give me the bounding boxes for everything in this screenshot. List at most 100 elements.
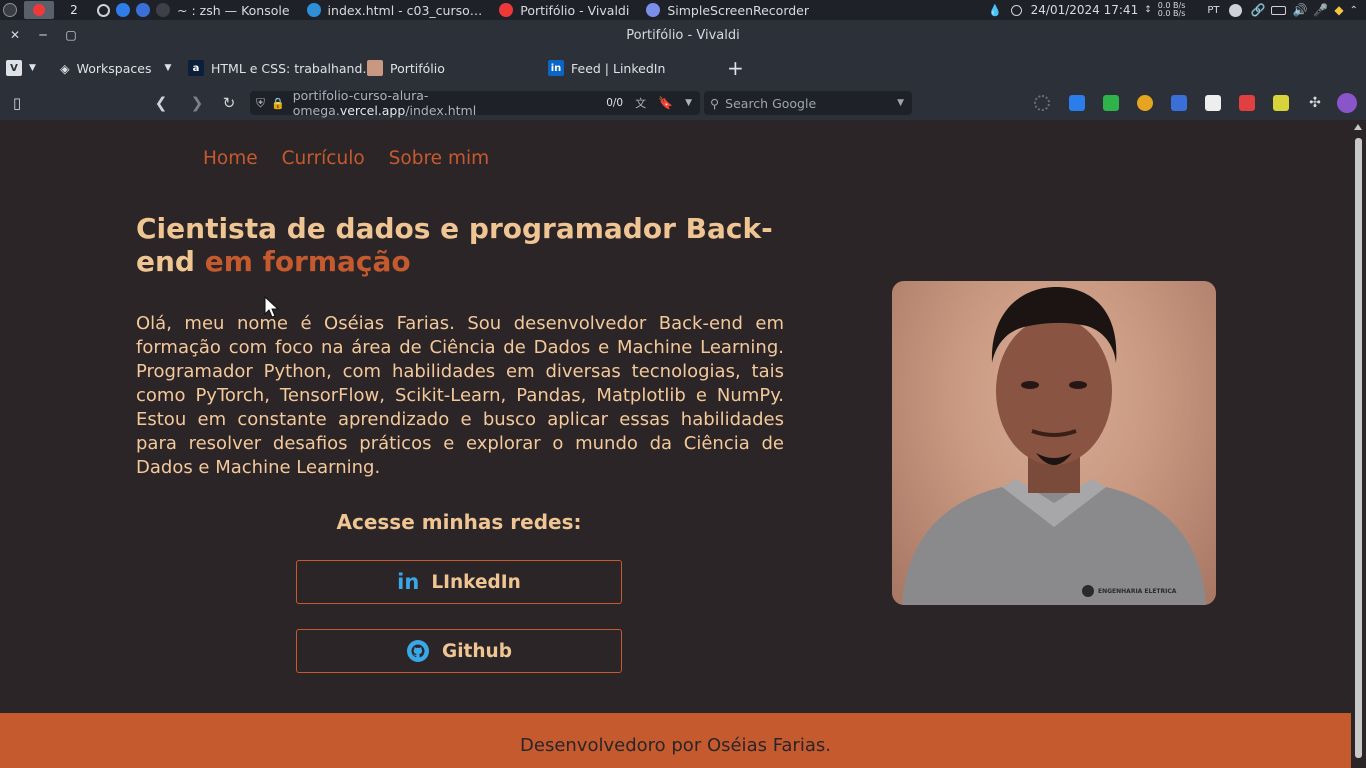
chevron-down-icon: ▼ <box>29 63 36 73</box>
bookmark-icon[interactable]: 🔖 <box>658 96 673 110</box>
task-recorder[interactable]: SimpleScreenRecorder <box>643 3 809 18</box>
chevron-down-icon: ▼ <box>164 63 172 73</box>
site-footer: Desenvolvedoro por Oséias Farias. <box>0 713 1351 768</box>
tab-bar: V ▼ ◈ Workspaces ▼ a HTML e CSS: trabalh… <box>0 50 1366 86</box>
address-toolbar: ▯ ❮ ❯ ↻ ⛨ 🔒 portifolio-curso-alura-omega… <box>0 86 1366 120</box>
system-taskbar: 2 ~ : zsh — Konsole index.html - c03_cur… <box>0 0 1366 20</box>
task-label: index.html - c03_curso… <box>327 2 483 18</box>
reload-icon[interactable]: ↻ <box>220 94 238 112</box>
new-tab-button[interactable]: + <box>727 50 744 86</box>
url-domain: vercel.app <box>339 103 406 118</box>
volume-icon[interactable]: 🔊 <box>1292 3 1307 17</box>
search-field[interactable]: ⚲ Search Google ▼ <box>704 91 912 115</box>
github-button[interactable]: Github <box>296 629 622 673</box>
recorder-icon <box>646 3 661 17</box>
tab-linkedin[interactable]: in Feed | LinkedIn <box>548 50 665 86</box>
task-label: ~ : zsh — Konsole <box>177 2 290 18</box>
linkedin-icon: in <box>548 60 564 76</box>
datetime[interactable]: 24/01/2024 17:41 <box>1031 3 1139 17</box>
profile-photo-illustration: ENGENHARIA ELETRICA <box>902 287 1206 605</box>
wifi-icon[interactable]: ◆ <box>1334 3 1343 17</box>
net-down: 0.0 B/s <box>1157 9 1186 18</box>
layers-icon: ◈ <box>60 60 70 76</box>
profile-photo: ENGENHARIA ELETRICA <box>892 281 1216 605</box>
translate-icon[interactable]: 文 <box>635 95 646 111</box>
footer-text: Desenvolvedoro por Oséias Farias. <box>520 735 831 756</box>
workspaces-label: Workspaces <box>76 60 152 76</box>
screenshot-extension-icon[interactable] <box>1205 95 1221 111</box>
camera-icon[interactable] <box>1228 3 1242 17</box>
find-count: 0/0 <box>606 97 624 109</box>
active-window-indicator[interactable] <box>24 1 54 19</box>
linkedin-label: LInkedIn <box>431 571 521 593</box>
headline-accent: em formação <box>204 245 411 278</box>
tab-alura[interactable]: a HTML e CSS: trabalhand… <box>188 50 375 86</box>
profile-avatar-icon[interactable] <box>1337 93 1357 113</box>
microphone-icon[interactable]: 🎤 <box>1313 3 1328 17</box>
shield-icon[interactable]: ⛨ <box>256 96 265 111</box>
tab-portfolio[interactable]: Portifólio <box>367 50 445 86</box>
page-viewport: Home Currículo Sobre mim Cientista de da… <box>0 120 1351 768</box>
droplet-icon[interactable]: 💧 <box>988 4 1002 17</box>
search-icon: ⚲ <box>710 95 720 111</box>
battery-icon[interactable] <box>1271 5 1287 15</box>
back-icon[interactable]: ❮ <box>152 94 170 112</box>
settings-icon[interactable] <box>97 3 110 17</box>
vivaldi-icon <box>499 3 514 17</box>
window-titlebar: ✕ ─ ▢ Portifólio - Vivaldi <box>0 20 1366 50</box>
forward-icon[interactable]: ❯ <box>188 94 206 112</box>
app-launcher-icon[interactable] <box>3 3 17 17</box>
extensions-puzzle-icon[interactable]: ✣ <box>1307 95 1323 111</box>
chevron-down-icon[interactable]: ▼ <box>897 98 904 108</box>
chevron-up-icon[interactable]: ⌃ <box>1350 5 1358 16</box>
vivaldi-icon <box>33 4 45 16</box>
workspaces-button[interactable]: ◈ Workspaces ▼ <box>60 50 171 86</box>
lock-icon[interactable]: 🔒 <box>271 97 285 110</box>
url-text: portifolio-curso-alura-omega.vercel.app/… <box>293 88 607 118</box>
chrome-extension-icon[interactable] <box>1137 95 1153 111</box>
github-label: Github <box>442 640 512 662</box>
arrows-icon: ↕ <box>1144 5 1152 15</box>
linkedin-icon: in <box>397 570 420 594</box>
panel-toggle-icon[interactable]: ▯ <box>8 94 26 112</box>
site-nav: Home Currículo Sobre mim <box>203 148 489 169</box>
github-icon <box>406 639 430 663</box>
vscode-icon <box>306 3 321 17</box>
linkedin-button[interactable]: in LInkedIn <box>296 560 622 604</box>
keyboard-layout[interactable]: PT <box>1207 5 1219 16</box>
vivaldi-logo-icon: V <box>6 60 22 76</box>
extension-blue-icon[interactable] <box>1069 95 1085 111</box>
virtual-desktop-number[interactable]: 2 <box>54 3 94 17</box>
translate-extension-icon[interactable] <box>1171 95 1187 111</box>
search-placeholder: Search Google <box>725 95 817 111</box>
red-extension-icon[interactable] <box>1239 95 1255 111</box>
adblock-shield-icon[interactable] <box>1103 95 1119 111</box>
task-label: SimpleScreenRecorder <box>667 2 810 18</box>
app-store-icon[interactable] <box>116 3 130 17</box>
chevron-down-icon[interactable]: ▼ <box>685 98 692 108</box>
url-field[interactable]: ⛨ 🔒 portifolio-curso-alura-omega.vercel.… <box>250 88 700 118</box>
scroll-up-icon[interactable] <box>1354 124 1362 130</box>
page-scrollbar[interactable] <box>1351 120 1366 768</box>
task-vivaldi[interactable]: Portifólio - Vivaldi <box>496 3 629 18</box>
loading-icon <box>1034 95 1050 111</box>
clip-icon[interactable]: 🔗 <box>1251 3 1266 17</box>
tab-label: Feed | LinkedIn <box>571 60 666 76</box>
task-vscode[interactable]: index.html - c03_curso… <box>304 2 483 18</box>
bio-paragraph: Olá, meu nome é Oséias Farias. Sou desen… <box>136 313 784 478</box>
task-konsole[interactable]: ~ : zsh — Konsole <box>153 3 290 18</box>
clock-icon[interactable] <box>1010 4 1022 16</box>
browser-icon[interactable] <box>136 3 150 17</box>
nav-sobre-mim[interactable]: Sobre mim <box>389 148 489 169</box>
yellow-extension-icon[interactable] <box>1273 95 1289 111</box>
nav-curriculo[interactable]: Currículo <box>282 148 365 169</box>
tab-label: Portifólio <box>390 60 445 76</box>
profile-photo-icon <box>367 60 383 76</box>
vivaldi-menu-button[interactable]: V ▼ <box>6 50 36 86</box>
scrollbar-thumb[interactable] <box>1355 138 1362 758</box>
nav-home[interactable]: Home <box>203 148 258 169</box>
system-tray: 💧 24/01/2024 17:41 ↕ 0.0 B/s 0.0 B/s PT … <box>987 0 1366 20</box>
alura-icon: a <box>188 60 204 76</box>
plus-icon: + <box>727 56 744 80</box>
task-label: Portifólio - Vivaldi <box>520 2 630 18</box>
